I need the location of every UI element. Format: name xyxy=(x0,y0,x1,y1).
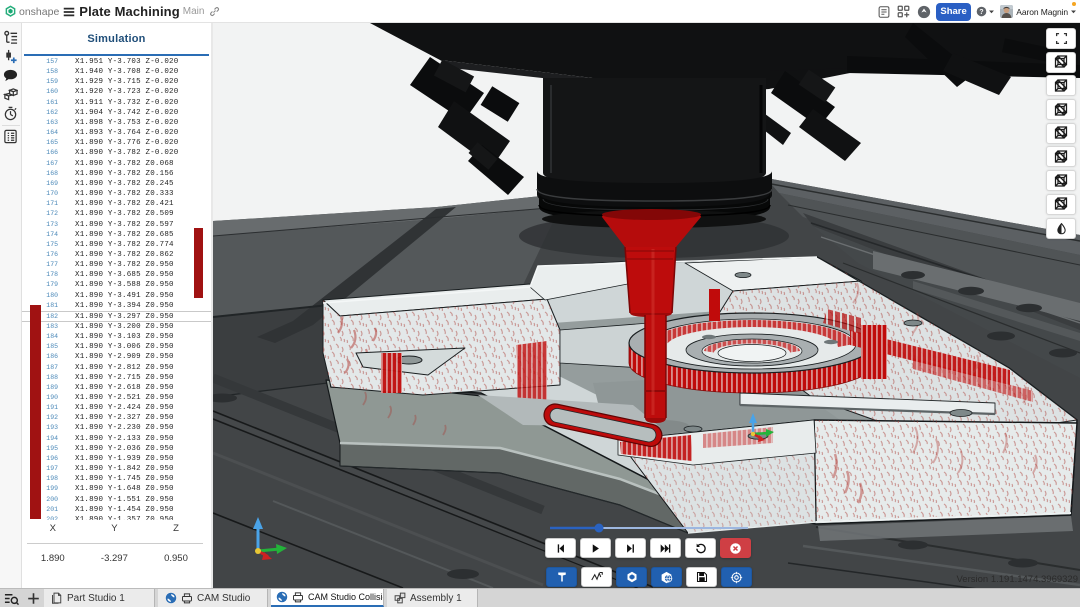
svg-text:?: ? xyxy=(980,9,984,16)
